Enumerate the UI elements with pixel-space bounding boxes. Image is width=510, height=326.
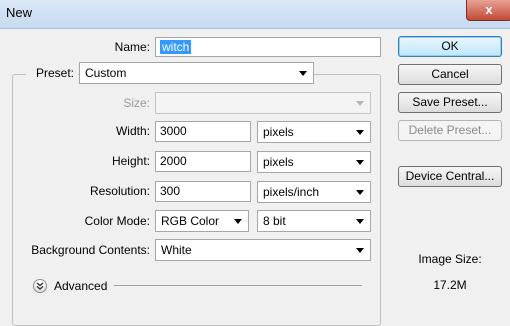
advanced-label: Advanced bbox=[54, 279, 108, 293]
size-label: Size: bbox=[123, 96, 150, 110]
advanced-divider bbox=[114, 285, 362, 286]
background-contents-label: Background Contents: bbox=[31, 243, 150, 257]
chevron-down-icon bbox=[356, 219, 364, 224]
bit-depth-select[interactable]: 8 bit bbox=[257, 210, 371, 232]
chevron-down-icon bbox=[356, 190, 364, 195]
color-mode-label: Color Mode: bbox=[84, 214, 150, 228]
width-unit-select[interactable]: pixels bbox=[257, 121, 371, 143]
preset-select[interactable]: Custom bbox=[79, 62, 314, 84]
background-contents-value: White bbox=[161, 243, 192, 257]
resolution-unit-value: pixels/inch bbox=[263, 185, 320, 199]
image-size-value: 17.2M bbox=[433, 278, 467, 292]
resolution-field[interactable]: 300 bbox=[155, 181, 251, 202]
resolution-unit-select[interactable]: pixels/inch bbox=[257, 181, 371, 203]
preset-value: Custom bbox=[85, 66, 127, 80]
name-value: witch bbox=[160, 40, 192, 54]
height-unit-value: pixels bbox=[263, 155, 294, 169]
chevron-down-icon bbox=[299, 71, 307, 76]
save-preset-button[interactable]: Save Preset... bbox=[398, 92, 502, 113]
resolution-label: Resolution: bbox=[89, 184, 150, 198]
height-field[interactable]: 2000 bbox=[155, 151, 251, 172]
ok-button[interactable]: OK bbox=[398, 36, 502, 57]
name-field[interactable]: witch bbox=[155, 37, 381, 57]
background-contents-select[interactable]: White bbox=[155, 239, 371, 261]
image-size-label: Image Size: bbox=[418, 252, 482, 266]
chevron-down-icon bbox=[356, 101, 364, 106]
chevron-down-icon bbox=[356, 248, 364, 253]
chevron-down-icon bbox=[356, 160, 364, 165]
preset-label: Preset: bbox=[26, 62, 78, 84]
height-label: Height: bbox=[111, 154, 150, 168]
advanced-expand-toggle[interactable] bbox=[33, 279, 47, 293]
size-select[interactable] bbox=[155, 92, 371, 114]
delete-preset-button[interactable]: Delete Preset... bbox=[398, 120, 502, 141]
device-central-button[interactable]: Device Central... bbox=[398, 166, 502, 187]
dialog-body: Name: witch Preset: Custom Size: Width: … bbox=[0, 29, 510, 326]
height-unit-select[interactable]: pixels bbox=[257, 151, 371, 173]
color-mode-select[interactable]: RGB Color bbox=[155, 210, 249, 232]
double-chevron-down-icon bbox=[36, 282, 44, 290]
bit-depth-value: 8 bit bbox=[263, 214, 286, 228]
color-mode-value: RGB Color bbox=[161, 214, 220, 228]
name-label: Name: bbox=[114, 40, 150, 54]
width-unit-value: pixels bbox=[263, 125, 294, 139]
title-bar: New x bbox=[0, 0, 510, 29]
close-button[interactable]: x bbox=[466, 0, 510, 21]
chevron-down-icon bbox=[356, 130, 364, 135]
chevron-down-icon bbox=[234, 219, 242, 224]
window-title: New bbox=[6, 5, 33, 20]
width-field[interactable]: 3000 bbox=[155, 121, 251, 142]
cancel-button[interactable]: Cancel bbox=[398, 64, 502, 85]
width-label: Width: bbox=[115, 124, 150, 138]
